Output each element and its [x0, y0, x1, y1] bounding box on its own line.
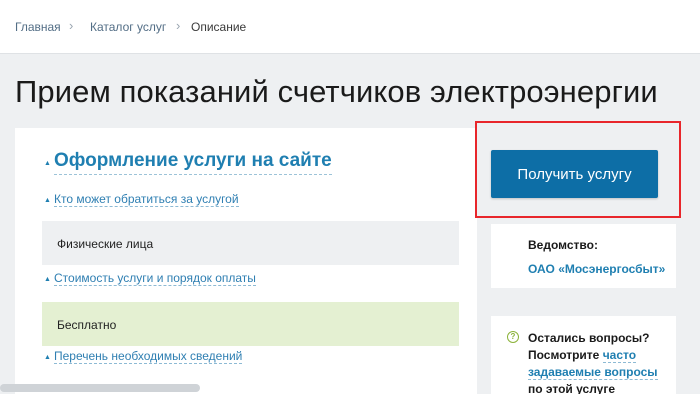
breadcrumb-catalog-link[interactable]: Каталог услуг [90, 20, 166, 34]
cost-text: Бесплатно [57, 318, 117, 332]
department-label: Ведомство: [528, 238, 598, 252]
breadcrumb-current: Описание [191, 20, 247, 34]
chevron-right-icon: › [69, 18, 74, 33]
triangle-up-icon: ▲ [44, 197, 51, 204]
faq-link[interactable]: часто [602, 348, 637, 363]
who-can-apply-link[interactable]: Кто может обратиться за услугой [54, 192, 239, 207]
department-link[interactable]: ОАО «Мосэнергосбыт» [528, 262, 665, 276]
questions-text: задаваемые вопросы [528, 365, 658, 380]
highlight-frame [475, 121, 681, 218]
applicants-value: Физические лица [42, 221, 459, 265]
question-circle-icon: ? [507, 331, 519, 343]
cost-value: Бесплатно [42, 302, 459, 346]
questions-text: Посмотрите часто [528, 348, 637, 363]
applicants-text: Физические лица [57, 237, 154, 251]
breadcrumb: Главная › Каталог услуг › Описание [0, 0, 700, 54]
triangle-up-icon: ▲ [44, 160, 51, 167]
department-card [491, 224, 676, 288]
questions-prefix: Посмотрите [528, 348, 603, 362]
breadcrumb-home-link[interactable]: Главная [15, 20, 61, 34]
questions-heading: Остались вопросы? [528, 331, 650, 345]
triangle-up-icon: ▲ [44, 354, 51, 361]
required-info-link[interactable]: Перечень необходимых сведений [54, 349, 243, 364]
section-heading[interactable]: Оформление услуги на сайте [54, 150, 332, 175]
questions-text: по этой услуге [528, 382, 615, 394]
cost-and-payment-link[interactable]: Стоимость услуги и порядок оплаты [54, 271, 256, 286]
horizontal-scrollbar[interactable] [0, 384, 200, 392]
faq-link[interactable]: задаваемые вопросы [528, 365, 658, 380]
page-title: Прием показаний счетчиков электроэнергии [15, 74, 658, 109]
chevron-right-icon: › [176, 18, 181, 33]
triangle-up-icon: ▲ [44, 276, 51, 283]
